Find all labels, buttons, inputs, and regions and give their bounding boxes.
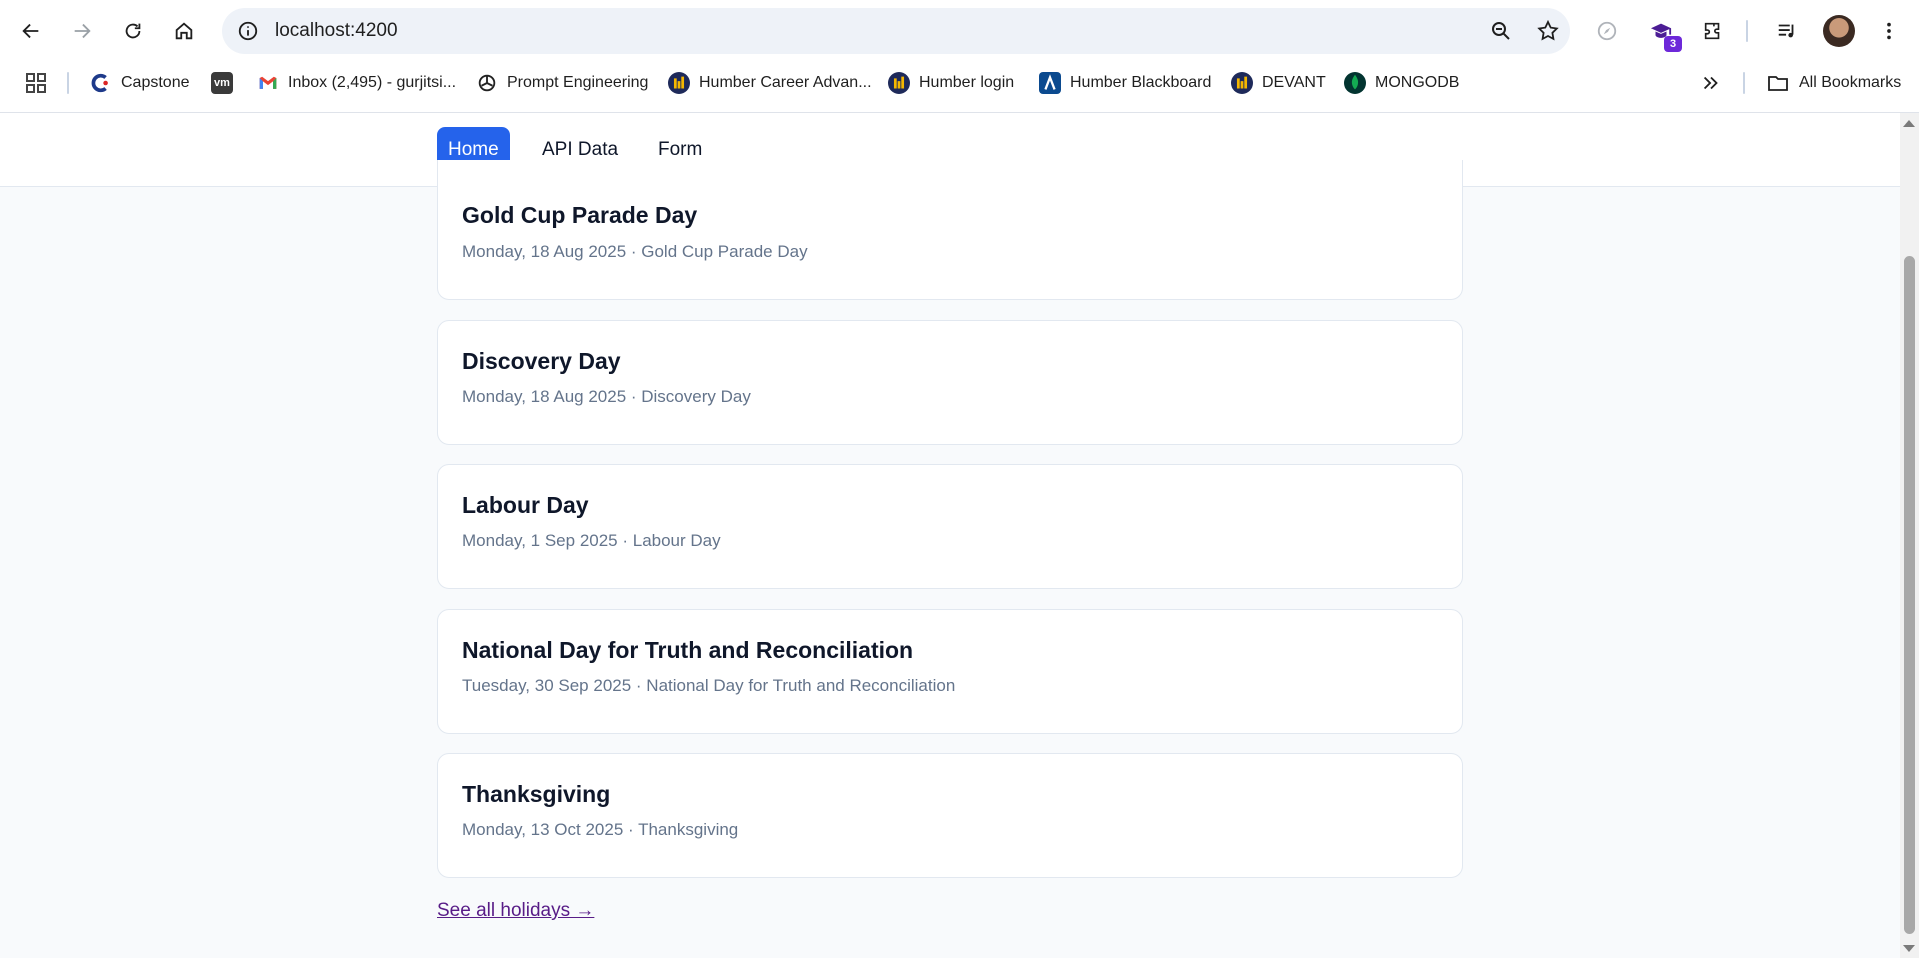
bookmark-label: Capstone <box>121 74 190 91</box>
bookmark-capstone[interactable]: Capstone <box>90 70 190 96</box>
bookmark-label: Humber login <box>919 74 1015 91</box>
bookmark-humber-blackboard[interactable]: Humber Blackboard <box>1039 70 1211 96</box>
folder-icon <box>1768 76 1788 91</box>
holiday-subtitle: Monday, 1 Sep 2025 · Labour Day <box>462 531 721 550</box>
browser-toolbar: localhost:4200 3 <box>0 0 1919 62</box>
holiday-subtitle: Monday, 13 Oct 2025 · Thanksgiving <box>462 820 739 839</box>
back-button[interactable] <box>14 14 48 48</box>
blackboard-icon <box>1039 72 1061 94</box>
holiday-card: Thanksgiving Monday, 13 Oct 2025 · Thank… <box>437 753 1463 878</box>
bookmark-label: MONGODB <box>1375 74 1460 91</box>
see-all-holidays-link[interactable]: See all holidays → <box>437 900 594 922</box>
holiday-title: National Day for Truth and Reconciliatio… <box>462 637 914 663</box>
browser-chrome: localhost:4200 3 Capstone vm Inbox (2,49… <box>0 0 1919 112</box>
home-icon <box>175 22 193 40</box>
holiday-title: Gold Cup Parade Day <box>462 202 698 228</box>
all-bookmarks-folder[interactable]: All Bookmarks <box>1766 70 1901 96</box>
back-arrow-icon <box>22 23 39 39</box>
profile-avatar[interactable] <box>1823 15 1855 47</box>
bookmark-prompt-engineering[interactable]: Prompt Engineering <box>476 70 648 96</box>
humber-icon <box>888 72 910 94</box>
humber-icon <box>668 72 690 94</box>
scroll-down-arrow-icon[interactable] <box>1903 945 1915 952</box>
forward-button[interactable] <box>65 14 99 48</box>
openai-icon <box>476 72 498 94</box>
compass-extension-icon[interactable] <box>1590 14 1624 48</box>
address-bar[interactable]: localhost:4200 <box>222 8 1570 54</box>
bookmarks-divider <box>67 72 69 94</box>
holiday-card: Discovery Day Monday, 18 Aug 2025 · Disc… <box>437 320 1463 445</box>
holiday-subtitle: Tuesday, 30 Sep 2025 · National Day for … <box>462 676 956 695</box>
bookmark-label: Humber Career Advan... <box>699 74 872 91</box>
bookmark-humber-login[interactable]: Humber login <box>888 70 1014 96</box>
bookmarks-bar: Capstone vm Inbox (2,495) - gurjitsi... … <box>0 62 1919 104</box>
holiday-subtitle: Monday, 18 Aug 2025 · Gold Cup Parade Da… <box>462 242 808 261</box>
apps-grid-icon[interactable] <box>24 70 48 96</box>
vm-icon: vm <box>211 72 233 94</box>
scroll-up-arrow-icon[interactable] <box>1903 120 1915 127</box>
holiday-title: Discovery Day <box>462 348 621 374</box>
mongodb-icon <box>1344 72 1366 94</box>
bookmark-vm[interactable]: vm <box>211 70 233 96</box>
browser-menu-icon[interactable] <box>1872 14 1906 48</box>
url-text[interactable]: localhost:4200 <box>275 20 398 42</box>
holiday-card: National Day for Truth and Reconciliatio… <box>437 609 1463 734</box>
site-info-icon[interactable] <box>236 19 260 43</box>
bookmark-label: Inbox (2,495) - gurjitsi... <box>288 74 457 91</box>
holiday-subtitle: Monday, 18 Aug 2025 · Discovery Day <box>462 387 751 406</box>
holiday-title: Labour Day <box>462 492 589 518</box>
graduation-extension-icon[interactable]: 3 <box>1644 14 1682 52</box>
scrollbar-thumb[interactable] <box>1904 256 1915 934</box>
capstone-icon <box>90 72 112 94</box>
bookmark-label: DEVANT <box>1262 74 1326 91</box>
more-bookmarks-chevron-icon[interactable] <box>1700 70 1722 96</box>
bookmark-label: Humber Blackboard <box>1070 74 1212 91</box>
gmail-icon <box>257 72 279 94</box>
holiday-card: Gold Cup Parade Day Monday, 18 Aug 2025 … <box>437 160 1463 300</box>
bookmark-star-icon[interactable] <box>1535 18 1561 44</box>
bookmark-mongodb[interactable]: MONGODB <box>1344 70 1459 96</box>
bookmark-humber-career[interactable]: Humber Career Advan... <box>668 70 872 96</box>
reload-button[interactable] <box>116 14 150 48</box>
media-playlist-icon[interactable] <box>1770 14 1804 48</box>
all-bookmarks-label: All Bookmarks <box>1799 74 1902 91</box>
extension-badge: 3 <box>1664 36 1682 52</box>
bookmarks-divider <box>1743 72 1745 94</box>
bookmark-devant[interactable]: DEVANT <box>1231 70 1326 96</box>
humber-icon <box>1231 72 1253 94</box>
bookmark-gmail-inbox[interactable]: Inbox (2,495) - gurjitsi... <box>257 70 456 96</box>
toolbar-divider <box>1746 20 1748 42</box>
bookmark-label: Prompt Engineering <box>507 74 649 91</box>
extensions-puzzle-icon[interactable] <box>1696 14 1730 48</box>
reload-icon <box>125 23 141 39</box>
holiday-title: Thanksgiving <box>462 781 611 807</box>
holiday-card: Labour Day Monday, 1 Sep 2025 · Labour D… <box>437 464 1463 589</box>
forward-arrow-icon <box>74 23 91 39</box>
zoom-icon[interactable] <box>1488 18 1514 44</box>
home-button[interactable] <box>167 14 201 48</box>
